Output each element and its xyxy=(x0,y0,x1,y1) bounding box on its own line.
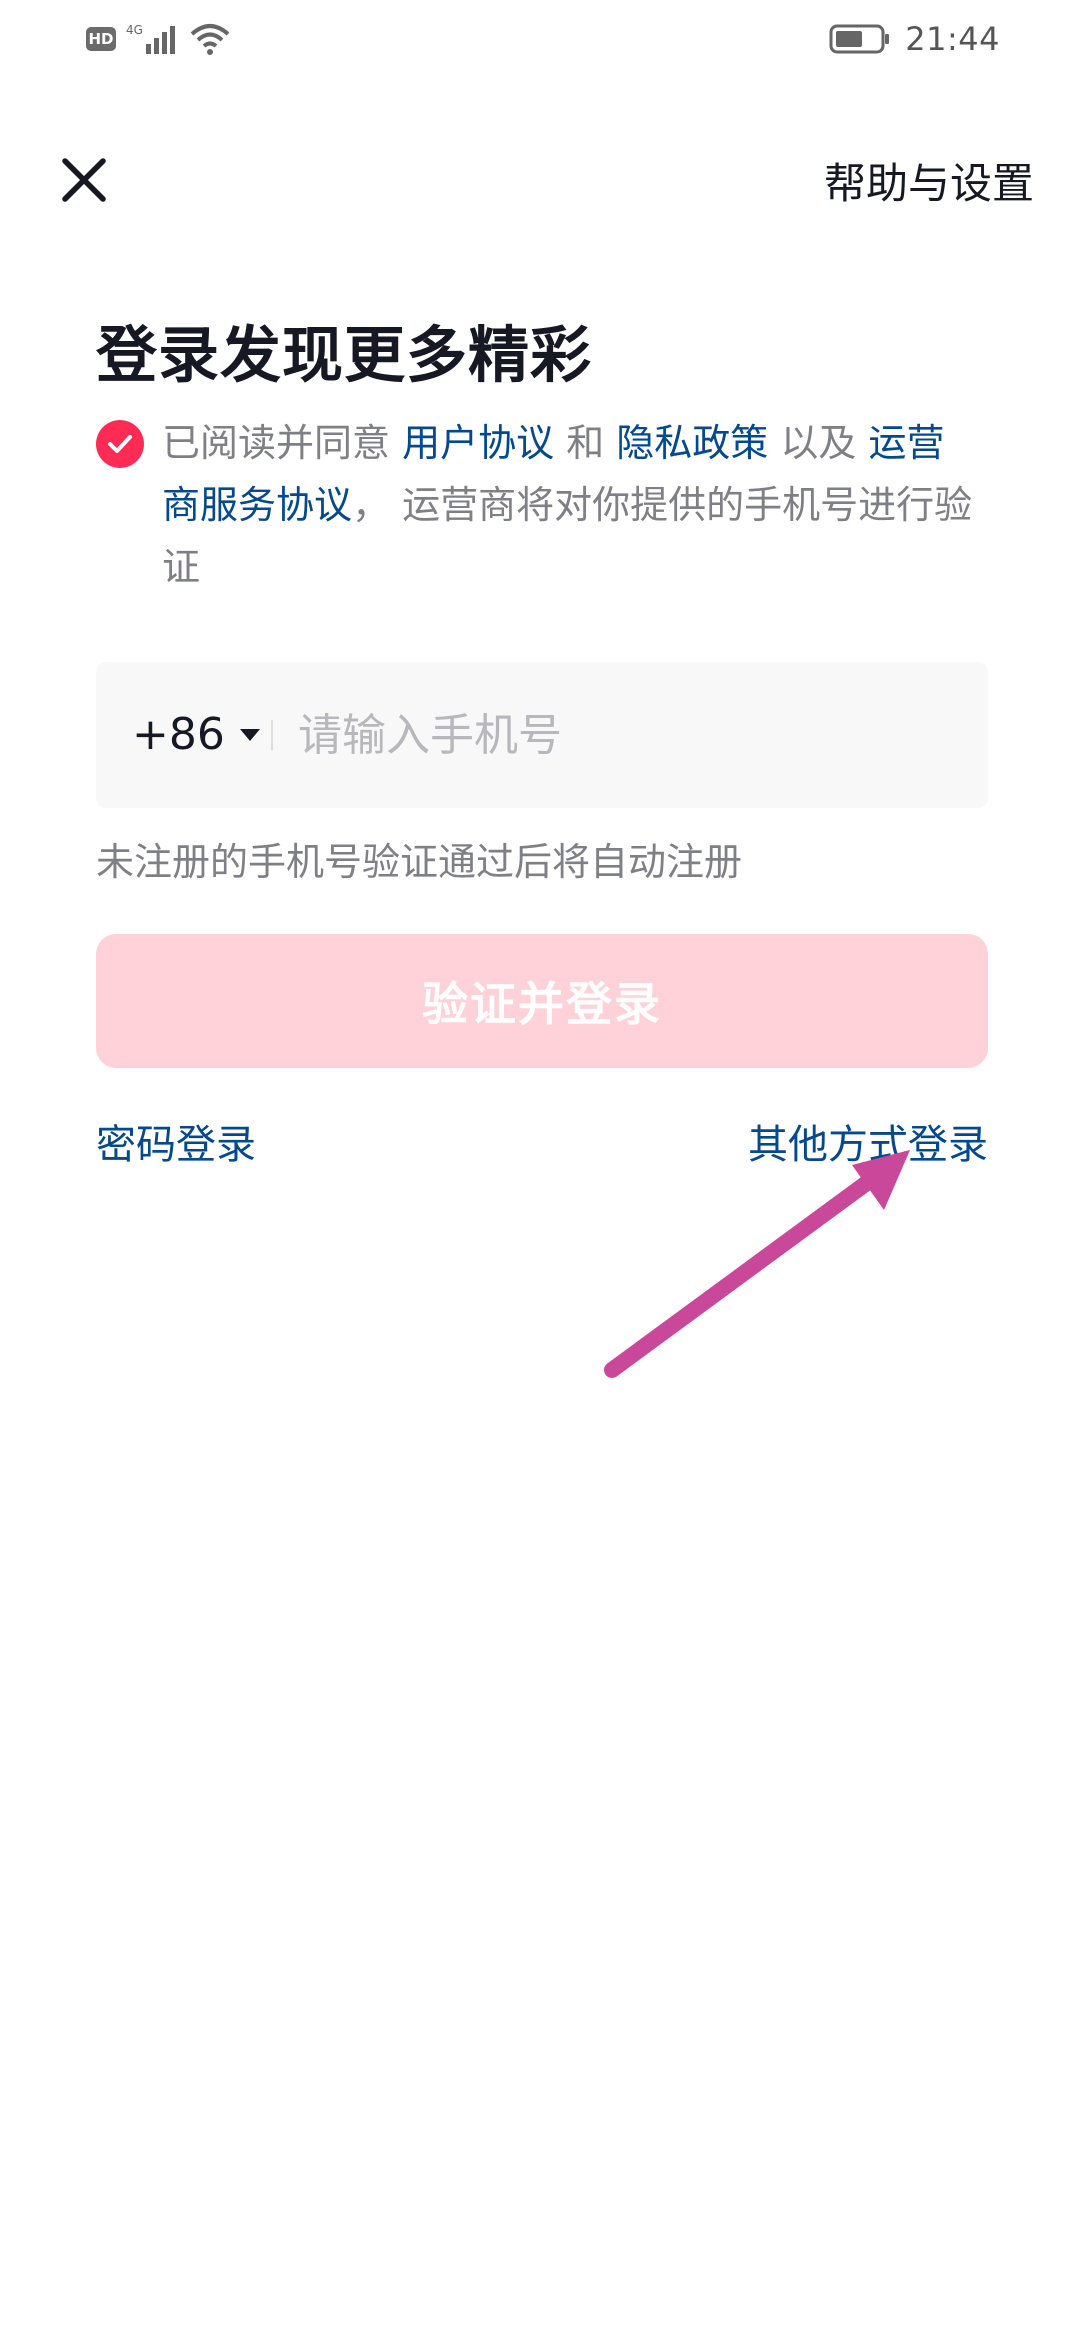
auto-register-hint: 未注册的手机号验证通过后将自动注册 xyxy=(96,840,743,884)
caret-down-icon xyxy=(239,729,260,741)
agreement-prefix: 已阅读并同意 xyxy=(162,421,403,465)
agreement-checkbox[interactable] xyxy=(96,420,144,468)
other-login-link[interactable]: 其他方式登录 xyxy=(748,1116,988,1174)
country-code: +86 xyxy=(132,709,225,760)
divider xyxy=(271,720,273,750)
password-login-link[interactable]: 密码登录 xyxy=(96,1116,256,1174)
battery-icon xyxy=(829,24,890,54)
wifi-icon xyxy=(190,24,230,55)
user-agreement-link[interactable]: 用户协议 xyxy=(402,421,554,465)
signal-icon: 4G xyxy=(126,23,175,54)
status-bar: HD 4G 21:44 xyxy=(0,0,1080,80)
hd-icon: HD xyxy=(86,27,116,51)
page-title: 登录发现更多精彩 xyxy=(96,320,593,391)
verify-login-button[interactable]: 验证并登录 xyxy=(96,934,988,1068)
status-left: HD 4G xyxy=(86,22,230,56)
close-icon xyxy=(62,158,106,202)
status-time: 21:44 xyxy=(905,20,1000,58)
close-button[interactable] xyxy=(54,150,114,210)
phone-input-box: +86 xyxy=(96,662,988,808)
country-code-selector[interactable]: +86 xyxy=(132,706,261,764)
phone-number-input[interactable] xyxy=(298,700,958,770)
svg-text:4G: 4G xyxy=(126,23,143,37)
check-icon xyxy=(108,435,132,453)
agreement-also: 以及 xyxy=(768,421,869,465)
agreement-text: 已阅读并同意 用户协议 和 隐私政策 以及 运营商服务协议， 运营商将对你提供的… xyxy=(162,412,982,598)
privacy-policy-link[interactable]: 隐私政策 xyxy=(616,421,768,465)
status-right: 21:44 xyxy=(829,20,1000,58)
agreement-and: 和 xyxy=(554,421,617,465)
help-settings-link[interactable]: 帮助与设置 xyxy=(824,156,1034,212)
